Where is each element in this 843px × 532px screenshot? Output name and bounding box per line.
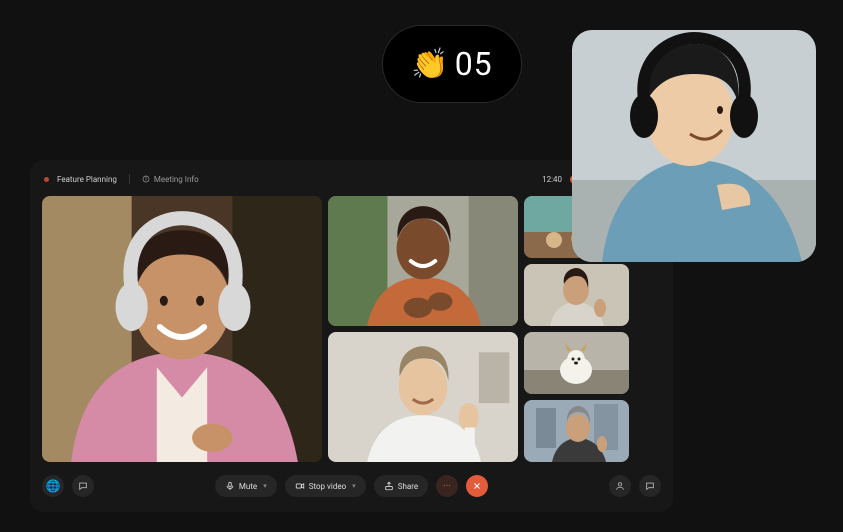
video-tile[interactable] (524, 400, 629, 462)
more-button[interactable]: ··· (436, 475, 458, 497)
floating-participant-tile (572, 30, 816, 262)
record-indicator-icon (44, 177, 49, 182)
participants-button[interactable] (609, 475, 631, 497)
video-tile-main[interactable] (42, 196, 322, 462)
meeting-title: Feature Planning (57, 175, 117, 184)
video-icon (295, 481, 305, 491)
reactions-button[interactable]: 🌐 (42, 475, 64, 497)
reaction-count: 05 (455, 45, 493, 83)
video-tile[interactable] (524, 332, 629, 394)
clap-icon: 👏 (411, 47, 448, 82)
chevron-down-icon: ▾ (263, 482, 267, 490)
mic-icon (225, 481, 235, 491)
share-button[interactable]: Share (374, 475, 428, 497)
chat-toggle-button[interactable] (72, 475, 94, 497)
stop-video-button[interactable]: Stop video ▾ (285, 475, 366, 497)
end-call-button[interactable] (466, 475, 488, 497)
titlebar: Feature Planning Meeting Info 12:40 (42, 170, 661, 188)
chat-button[interactable] (639, 475, 661, 497)
reaction-badge: 👏 05 (382, 25, 522, 103)
clock: 12:40 (542, 175, 562, 184)
video-tile[interactable] (328, 196, 518, 326)
video-tile[interactable] (524, 264, 629, 326)
meeting-info-button[interactable]: Meeting Info (142, 175, 199, 184)
share-icon (384, 481, 394, 491)
mute-button[interactable]: Mute ▾ (215, 475, 277, 497)
chevron-down-icon: ▾ (352, 482, 356, 490)
video-grid (42, 196, 661, 462)
video-tile[interactable] (328, 332, 518, 462)
bottom-toolbar: 🌐 Mute ▾ Stop video ▾ Share ··· (42, 470, 661, 502)
